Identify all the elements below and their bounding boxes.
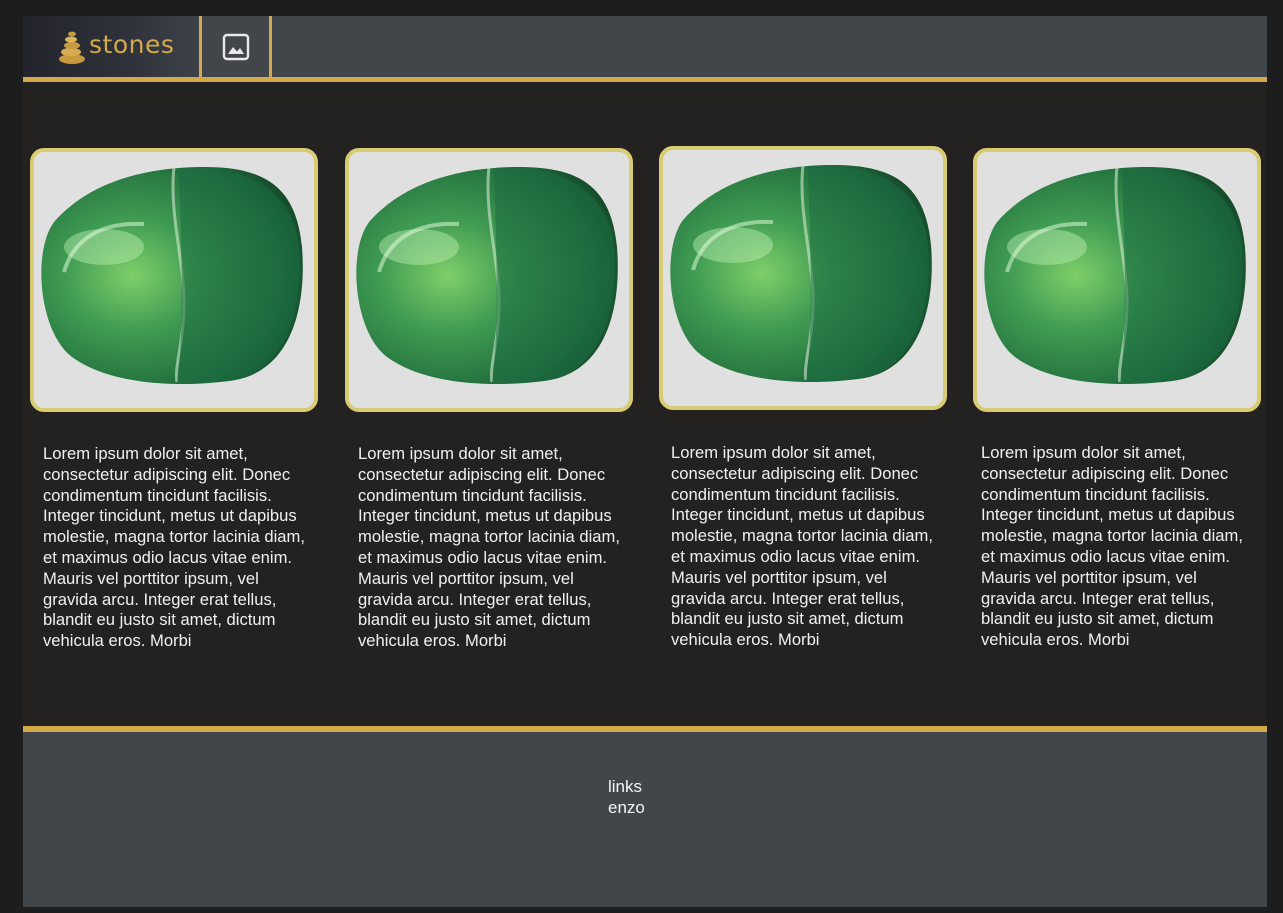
stone-cards: Lorem ipsum dolor sit amet, consectetur … [23,82,1267,728]
brand-logo-link[interactable]: stones [23,16,199,77]
stone-image-card[interactable] [659,146,947,410]
footer-link-enzo[interactable]: enzo [608,797,645,818]
jade-stone-image [356,166,618,385]
footer-link-links[interactable]: links [608,776,645,797]
site-header: stones [23,16,1267,82]
jade-stone-image [984,166,1246,385]
jade-stone-image [670,164,932,383]
stone-description: Lorem ipsum dolor sit amet, consectetur … [981,443,1243,650]
site-footer: links enzo [23,726,1267,907]
image-icon [222,33,249,60]
footer-links: links enzo [608,776,645,818]
stone-image-card[interactable] [345,148,633,412]
page-frame: stones Lorem ipsum dolor sit amet, conse… [23,16,1267,907]
header-divider [269,16,272,77]
stone-image-card[interactable] [973,148,1261,412]
jade-stone-image [41,166,303,385]
stone-image-card[interactable] [30,148,318,412]
stone-description: Lorem ipsum dolor sit amet, consectetur … [43,444,305,651]
stacked-stones-icon [59,31,85,64]
brand-name: stones [89,30,175,59]
stone-description: Lorem ipsum dolor sit amet, consectetur … [671,443,933,650]
stone-description: Lorem ipsum dolor sit amet, consectetur … [358,444,620,651]
image-gallery-button[interactable] [202,16,269,77]
